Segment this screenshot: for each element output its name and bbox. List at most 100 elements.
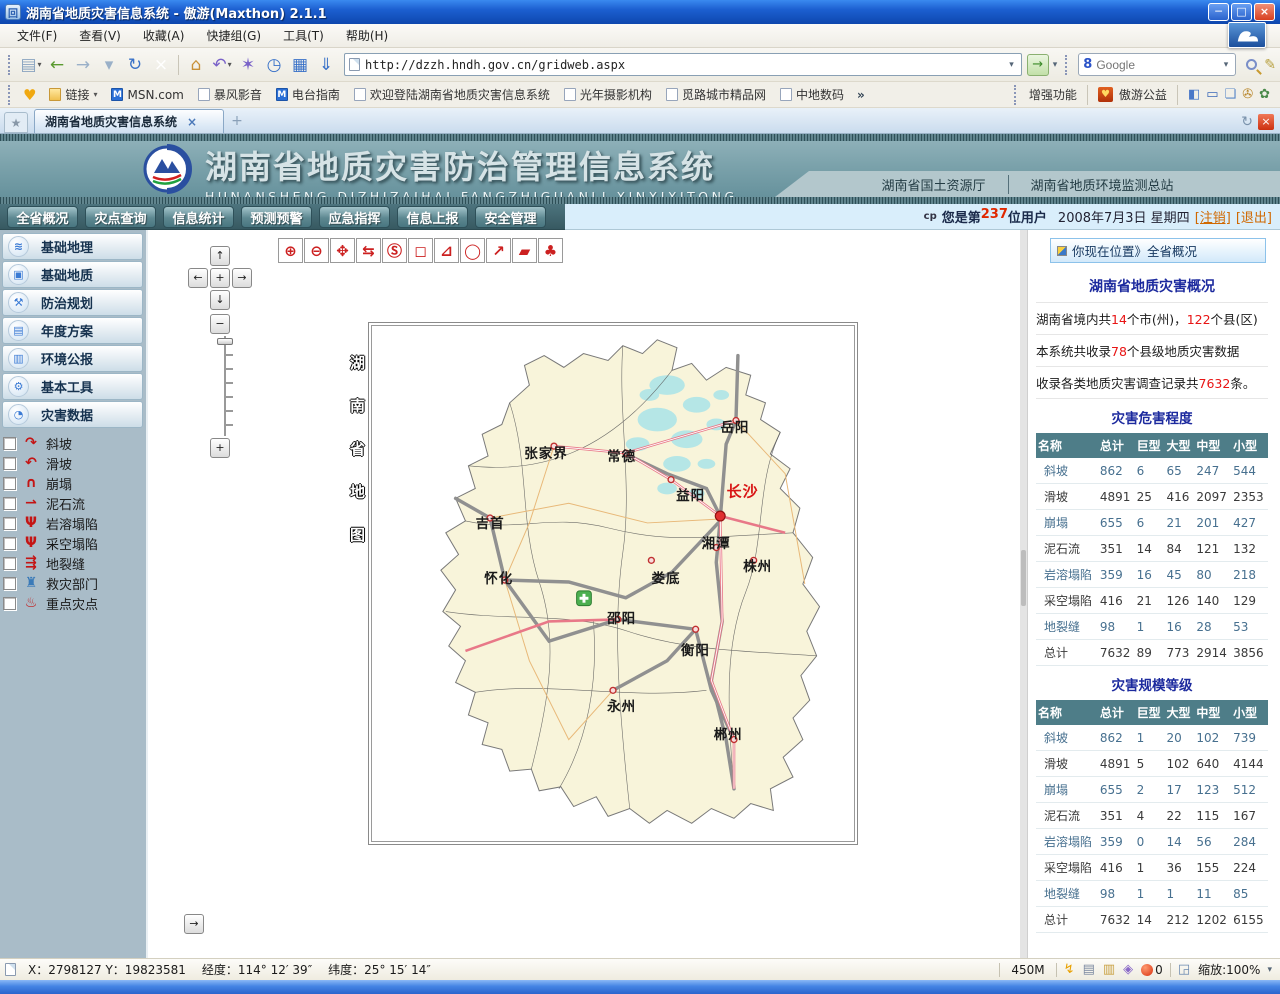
- eraser-tool[interactable]: ▰: [512, 238, 537, 263]
- charity-shield-icon[interactable]: ♥: [1098, 87, 1113, 102]
- bookmark-zhongdi-digital[interactable]: 中地数码: [773, 84, 851, 105]
- bookmark-baofeng[interactable]: 暴风影音: [191, 84, 269, 105]
- pan-center-button[interactable]: +: [210, 268, 230, 288]
- zoom-level[interactable]: 缩放:100%: [1194, 961, 1264, 978]
- pan-left-button[interactable]: ←: [188, 268, 208, 288]
- search-input[interactable]: [1096, 58, 1220, 72]
- popup-blocker-icon[interactable]: ▥: [1099, 962, 1119, 977]
- draw-point-tool[interactable]: ↗: [486, 238, 511, 263]
- resize-icon[interactable]: ◲: [1174, 962, 1194, 977]
- full-extent-tool[interactable]: ♣: [538, 238, 563, 263]
- maxthon-charity-link[interactable]: 傲游公益: [1119, 86, 1167, 103]
- boost-icon[interactable]: ↯: [1060, 962, 1079, 977]
- sidebar-item-base-geology[interactable]: ▣ 基础地质: [2, 261, 143, 288]
- nav-tab[interactable]: 预测预警: [241, 206, 312, 228]
- nav-tab[interactable]: 全省概况: [7, 206, 78, 228]
- nav-tab[interactable]: 信息上报: [397, 206, 468, 228]
- menu-item[interactable]: 查看(V): [68, 25, 132, 47]
- zoom-slider[interactable]: [221, 336, 229, 436]
- bookmark-radio-guide[interactable]: 电台指南: [269, 84, 347, 105]
- tools-icon[interactable]: ✇: [1242, 87, 1253, 102]
- close-button[interactable]: ×: [1254, 3, 1275, 21]
- blocked-counter[interactable]: 0: [1137, 963, 1167, 977]
- search-grip[interactable]: [1065, 55, 1070, 75]
- zoom-in-tool[interactable]: ⊕: [278, 238, 303, 263]
- tab-active[interactable]: 湖南省地质灾害信息系统×: [34, 109, 224, 133]
- pan-right-button[interactable]: →: [232, 268, 252, 288]
- google-icon[interactable]: 8: [1083, 57, 1092, 72]
- nav-tab[interactable]: 灾点查询: [85, 206, 156, 228]
- map-canvas[interactable]: 张家界常德岳阳益阳长沙吉首湘潭株州怀化娄底邵阳衡阳永州郴州: [371, 325, 855, 842]
- banner-link[interactable]: 湖南省地质环境监测总站: [1008, 175, 1196, 194]
- layer-checkbox[interactable]: [3, 577, 16, 590]
- exit-link[interactable]: [退出]: [1236, 207, 1272, 226]
- minimize-button[interactable]: ─: [1208, 3, 1229, 21]
- banner-link[interactable]: 湖南省国土资源厅: [859, 175, 1007, 194]
- skin-icon[interactable]: ◧: [1188, 87, 1200, 102]
- notes-icon[interactable]: ❏: [1225, 87, 1237, 102]
- menu-item[interactable]: 工具(T): [272, 25, 335, 47]
- select-rect-tool[interactable]: ◻: [408, 238, 433, 263]
- menu-item[interactable]: 帮助(H): [335, 25, 399, 47]
- bookmarks-overflow-icon[interactable]: »: [851, 88, 871, 102]
- tab-bar-close-icon[interactable]: ×: [1258, 114, 1274, 130]
- layer-checkbox[interactable]: [3, 557, 16, 570]
- layer-checkbox[interactable]: [3, 437, 16, 450]
- notes-icon[interactable]: ◈: [1119, 962, 1137, 977]
- layer-checkbox[interactable]: [3, 477, 16, 490]
- layer-checkbox[interactable]: [3, 597, 16, 610]
- toolbar-grip[interactable]: [8, 55, 13, 75]
- pan-up-button[interactable]: ↑: [210, 246, 230, 266]
- search-box[interactable]: 8 ▾: [1078, 53, 1236, 76]
- layer-checkbox[interactable]: [3, 457, 16, 470]
- forward-button[interactable]: →: [70, 52, 96, 78]
- layer-checkbox[interactable]: [3, 537, 16, 550]
- menu-item[interactable]: 文件(F): [6, 25, 68, 47]
- proxy-icon[interactable]: ▤: [1079, 962, 1099, 977]
- sidebar-item-environment-bulletin[interactable]: ▥ 环境公报: [2, 345, 143, 372]
- zoom-slider-handle[interactable]: [217, 338, 233, 345]
- bookmark-links-folder[interactable]: 链接: [42, 84, 104, 105]
- tab-list-star-icon[interactable]: ★: [4, 112, 28, 133]
- address-dropdown-icon[interactable]: ▾: [1006, 60, 1017, 70]
- layer-checkbox[interactable]: [3, 517, 16, 530]
- bookmarks-grip[interactable]: [8, 85, 13, 105]
- new-tab-button[interactable]: +: [228, 113, 246, 131]
- bookmark-msn[interactable]: MSN.com: [104, 86, 190, 104]
- measure-distance-tool[interactable]: ⇆: [356, 238, 381, 263]
- logout-link[interactable]: [注销]: [1195, 207, 1231, 226]
- history-button[interactable]: ◷: [261, 52, 287, 78]
- window-icon[interactable]: ▭: [1206, 87, 1218, 102]
- plugin-icon[interactable]: ✿: [1259, 87, 1270, 102]
- filter-button[interactable]: ✶: [235, 52, 261, 78]
- sidebar-item-disaster-data[interactable]: ◔ 灾害数据: [2, 401, 143, 428]
- menu-item[interactable]: 收藏(A): [132, 25, 196, 47]
- pan-tool[interactable]: ✥: [330, 238, 355, 263]
- nav-tab[interactable]: 安全管理: [475, 206, 546, 228]
- stop-button[interactable]: ×: [148, 52, 174, 78]
- sidebar-item-annual-scheme[interactable]: ▤ 年度方案: [2, 317, 143, 344]
- panel-scrollbar-handle[interactable]: [1021, 550, 1026, 606]
- download-button[interactable]: ⇓: [313, 52, 339, 78]
- bookmark-milu-city[interactable]: 觅路城市精品网: [659, 84, 773, 105]
- search-icon[interactable]: [1246, 59, 1257, 70]
- highlight-icon[interactable]: ✎: [1264, 57, 1276, 73]
- zoom-out-tool[interactable]: ⊖: [304, 238, 329, 263]
- pan-down-button[interactable]: ↓: [210, 290, 230, 310]
- back-button[interactable]: ←: [44, 52, 70, 78]
- nav-tab[interactable]: 应急指挥: [319, 206, 390, 228]
- zoom-in-button[interactable]: +: [210, 438, 230, 458]
- address-bar[interactable]: ▾: [344, 53, 1022, 76]
- panel-scrollbar[interactable]: [1020, 230, 1028, 958]
- select-flag-tool[interactable]: ⊿: [434, 238, 459, 263]
- maxthon-logo[interactable]: [1228, 22, 1266, 48]
- layer-checkbox[interactable]: [3, 497, 16, 510]
- select-circle-tool[interactable]: ◯: [460, 238, 485, 263]
- scale-tool[interactable]: Ⓢ: [382, 238, 407, 263]
- zoom-dropdown-icon[interactable]: ▾: [1264, 965, 1275, 975]
- nav-tab[interactable]: 信息统计: [163, 206, 234, 228]
- new-page-button[interactable]: ▤: [18, 52, 44, 78]
- sidebar-item-basic-tools[interactable]: ⚙ 基本工具: [2, 373, 143, 400]
- search-dropdown-icon[interactable]: ▾: [1221, 60, 1232, 70]
- zoom-out-button[interactable]: −: [210, 314, 230, 334]
